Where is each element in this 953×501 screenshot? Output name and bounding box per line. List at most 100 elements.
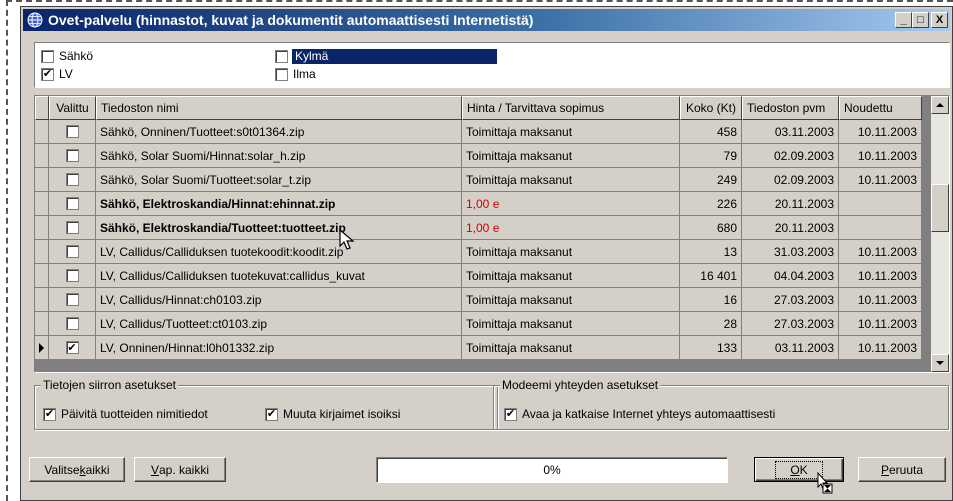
scroll-down-button[interactable] [931, 354, 949, 372]
column-header-size[interactable]: Koko (Kt) [680, 96, 742, 120]
row-checkbox[interactable]: ✔ [65, 341, 79, 354]
category-item-sahko[interactable]: Sähkö [41, 48, 93, 64]
table-row[interactable]: LV, Callidus/Calliduksen tuotekuvat:call… [35, 264, 922, 288]
table-row[interactable]: LV, Callidus/Calliduksen tuotekoodit:koo… [35, 240, 922, 264]
file-name-cell: LV, Callidus/Calliduksen tuotekuvat:call… [96, 264, 462, 288]
select-all-label-suffix: aikki [85, 462, 110, 477]
table-scrollbar[interactable] [931, 96, 949, 372]
update-names-checkbox[interactable]: ✔ [43, 407, 56, 421]
uppercase-label: Muuta kirjaimet isoiksi [283, 407, 401, 421]
row-selected-cell[interactable] [49, 216, 96, 240]
outer-frame-left [6, 0, 8, 501]
file-name-cell: Sähkö, Onninen/Tuotteet:s0t01364.zip [96, 120, 462, 144]
fetched-date-cell [839, 192, 922, 216]
category-checkbox[interactable] [275, 49, 288, 63]
column-header-selected[interactable]: Valittu [49, 96, 96, 120]
row-checkbox[interactable] [65, 293, 79, 306]
category-item-lv[interactable]: ✔ LV [41, 66, 73, 82]
row-checkbox[interactable] [65, 149, 79, 162]
size-cell: 249 [680, 168, 742, 192]
table-row[interactable]: Sähkö, Solar Suomi/Hinnat:solar_h.zip Toi… [35, 144, 922, 168]
category-checkbox[interactable] [41, 49, 54, 63]
file-date-cell: 04.04.2003 [742, 264, 839, 288]
deselect-all-button[interactable]: Vap. kaikki [134, 457, 226, 482]
table-row[interactable]: LV, Callidus/Tuotteet:ct0103.zip Toimitta… [35, 312, 922, 336]
column-header-file-date[interactable]: Tiedoston pvm [742, 96, 839, 120]
row-indicator [35, 288, 49, 312]
row-selected-cell[interactable] [49, 264, 96, 288]
progress-bar: 0% [376, 457, 728, 483]
size-cell: 133 [680, 336, 742, 360]
file-name-cell: LV, Callidus/Hinnat:ch0103.zip [96, 288, 462, 312]
column-header-fetched[interactable]: Noudettu [839, 96, 922, 120]
auto-connect-option[interactable]: ✔ Avaa ja katkaise Internet yhteys autom… [504, 406, 775, 422]
auto-connect-checkbox[interactable]: ✔ [504, 407, 517, 421]
table-row[interactable]: Sähkö, Solar Suomi/Tuotteet:solar_t.zip T… [35, 168, 922, 192]
category-checkbox[interactable]: ✔ [41, 67, 54, 81]
file-name-cell: Sähkö, Elektroskandia/Tuotteet:tuotteet.… [96, 216, 462, 240]
select-all-button[interactable]: Valitse k aikki [29, 457, 125, 482]
row-selected-cell[interactable] [49, 240, 96, 264]
row-indicator [35, 192, 49, 216]
table-row[interactable]: LV, Callidus/Hinnat:ch0103.zip Toimittaja… [35, 288, 922, 312]
title-bar[interactable]: Ovet-palvelu (hinnastot, kuvat ja dokume… [23, 9, 950, 31]
row-selected-cell[interactable]: ✔ [49, 336, 96, 360]
row-selected-cell[interactable] [49, 168, 96, 192]
row-checkbox[interactable] [65, 317, 79, 330]
update-names-option[interactable]: ✔ Päivitä tuotteiden nimitiedot [43, 406, 208, 422]
current-row-arrow-icon [39, 342, 44, 353]
minimize-button[interactable]: _ [895, 12, 912, 28]
cancel-button[interactable]: Peruuta [858, 457, 946, 482]
file-table: Valittu Tiedoston nimi Hinta / Tarvittav… [34, 95, 950, 373]
table-row[interactable]: Sähkö, Elektroskandia/Tuotteet:tuotteet.… [35, 216, 922, 240]
column-header-filename[interactable]: Tiedoston nimi [96, 96, 462, 120]
row-checkbox[interactable] [65, 269, 79, 282]
file-name-cell: LV, Onninen/Hinnat:l0h01332.zip [96, 336, 462, 360]
maximize-button[interactable]: □ [912, 12, 929, 28]
category-checkbox[interactable] [275, 67, 288, 81]
ovet-dialog: Ovet-palvelu (hinnastot, kuvat ja dokume… [20, 6, 953, 501]
price-cell: Toimittaja maksanut [462, 336, 680, 360]
price-cell: Toimittaja maksanut [462, 312, 680, 336]
row-checkbox[interactable] [65, 173, 79, 186]
table-row[interactable]: ✔ LV, Onninen/Hinnat:l0h01332.zip Toimitta… [35, 336, 922, 360]
row-selected-cell[interactable] [49, 288, 96, 312]
file-date-cell: 03.11.2003 [742, 120, 839, 144]
price-cell: Toimittaja maksanut [462, 120, 680, 144]
price-cell: Toimittaja maksanut [462, 168, 680, 192]
fetched-date-cell: 10.11.2003 [839, 240, 922, 264]
fetched-date-cell: 10.11.2003 [839, 264, 922, 288]
row-checkbox[interactable] [65, 125, 79, 138]
scroll-up-button[interactable] [931, 96, 949, 114]
column-header-price[interactable]: Hinta / Tarvittava sopimus [462, 96, 680, 120]
file-date-cell: 20.11.2003 [742, 192, 839, 216]
row-selected-cell[interactable] [49, 312, 96, 336]
scroll-thumb[interactable] [931, 184, 949, 232]
progress-text: 0% [543, 463, 561, 477]
row-selected-cell[interactable] [49, 120, 96, 144]
ok-button[interactable]: OK [754, 457, 844, 482]
price-cell: Toimittaja maksanut [462, 240, 680, 264]
row-checkbox[interactable] [65, 221, 79, 234]
row-checkbox[interactable] [65, 245, 79, 258]
close-button[interactable]: X [931, 12, 948, 28]
modem-settings-legend: Modeemi yhteyden asetukset [500, 378, 661, 392]
row-checkbox[interactable] [65, 197, 79, 210]
uppercase-option[interactable]: ✔ Muuta kirjaimet isoiksi [265, 406, 400, 422]
fetched-date-cell [839, 216, 922, 240]
category-item-ilma[interactable]: Ilma [275, 66, 316, 82]
table-row[interactable]: Sähkö, Onninen/Tuotteet:s0t01364.zip Toim… [35, 120, 922, 144]
row-selected-cell[interactable] [49, 144, 96, 168]
row-indicator [35, 264, 49, 288]
size-cell: 458 [680, 120, 742, 144]
uppercase-checkbox[interactable]: ✔ [265, 407, 278, 421]
outer-frame-top [6, 0, 953, 2]
arrow-up-icon [936, 103, 944, 107]
price-cell: 1,00 e [462, 192, 680, 216]
table-row[interactable]: Sähkö, Elektroskandia/Hinnat:ehinnat.zip… [35, 192, 922, 216]
category-item-kylma[interactable]: Kylmä [275, 48, 497, 64]
file-date-cell: 02.09.2003 [742, 144, 839, 168]
row-selected-cell[interactable] [49, 192, 96, 216]
size-cell: 16 [680, 288, 742, 312]
category-label: Ilma [293, 67, 316, 81]
